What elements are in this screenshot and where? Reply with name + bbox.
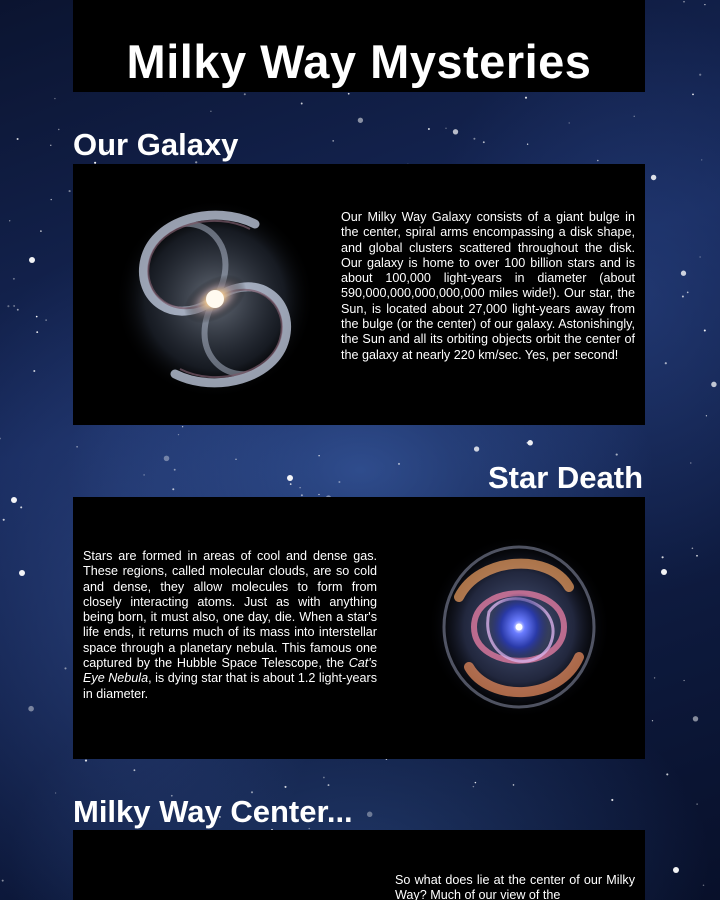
our-galaxy-panel: Our Milky Way Galaxy consists of a giant… [73,164,645,425]
milky-way-center-panel: So what does lie at the center of our Mi… [73,830,645,900]
star-death-text: Stars are formed in areas of cool and de… [83,549,377,702]
spiral-galaxy-image [115,199,315,399]
title-banner: Milky Way Mysteries [73,0,645,92]
our-galaxy-text: Our Milky Way Galaxy consists of a giant… [341,210,635,362]
section-heading-our-galaxy: Our Galaxy [73,127,239,162]
star-death-panel: Stars are formed in areas of cool and de… [73,497,645,759]
star-death-text-part1: Stars are formed in areas of cool and de… [83,549,377,671]
page: Milky Way Mysteries Our Galaxy Our Milky… [0,0,720,900]
page-title: Milky Way Mysteries [126,35,592,88]
cats-eye-nebula-image [427,535,611,719]
milky-way-center-text: So what does lie at the center of our Mi… [395,873,635,900]
section-heading-star-death: Star Death [487,460,643,495]
section-heading-milky-way-center: Milky Way Center... [73,794,353,829]
